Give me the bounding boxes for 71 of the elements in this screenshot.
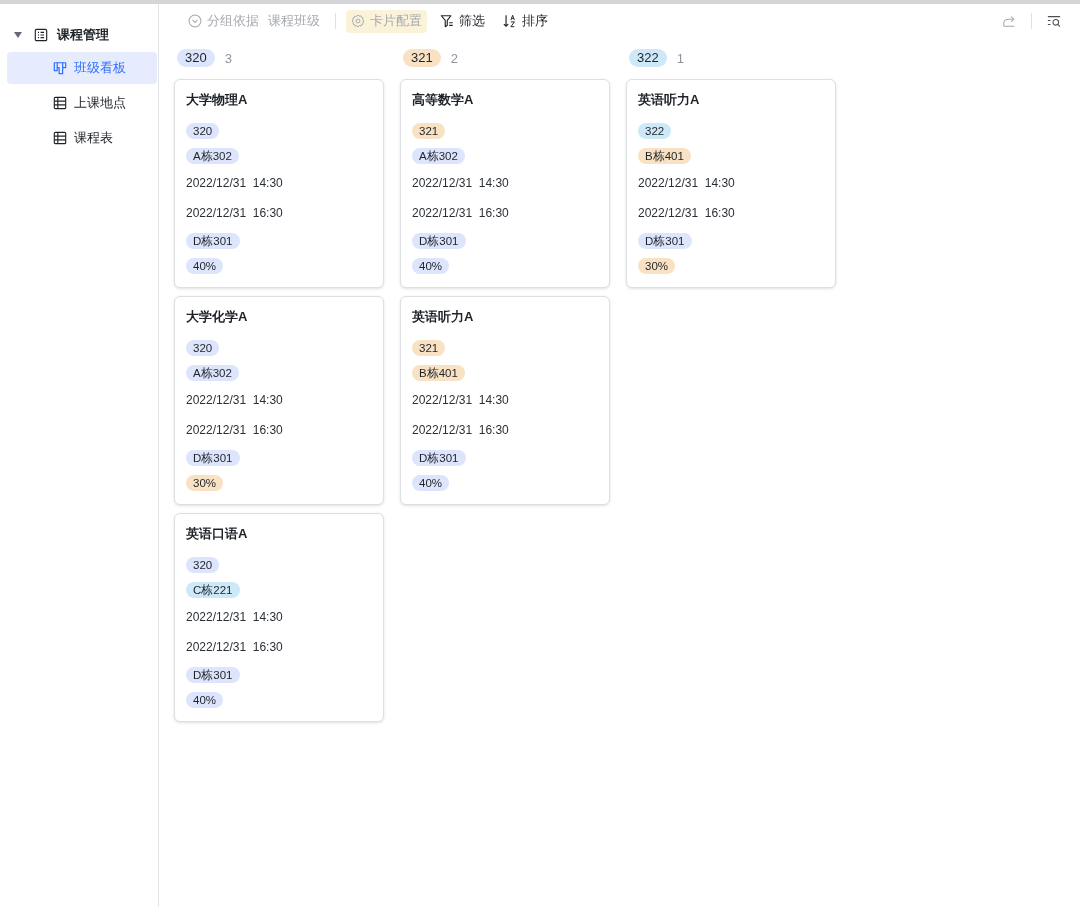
field-tag: 40% bbox=[186, 691, 224, 708]
field-tag: 322 bbox=[638, 122, 672, 139]
course-card[interactable]: 英语听力A 322 B栋401 2022/12/31 14:30 2022/12/31 16:30 D栋301 30% bbox=[626, 79, 836, 288]
board-icon bbox=[53, 61, 67, 75]
course-card[interactable]: 高等数学A 321 A栋302 2022/12/31 14:30 2022/12/31 16:30 D栋301 40% bbox=[400, 79, 610, 288]
list-document-icon bbox=[34, 28, 48, 42]
tree-item[interactable]: 课程管理 bbox=[0, 21, 158, 49]
field-tag: D栋301 bbox=[412, 449, 466, 466]
field-tag: 40% bbox=[186, 257, 224, 274]
field-tag: D栋301 bbox=[186, 666, 240, 683]
date-time-text: 2022/12/31 16:30 bbox=[412, 423, 509, 437]
filter-icon bbox=[440, 14, 454, 28]
field-tag: D栋301 bbox=[186, 449, 240, 466]
field-tag: 40% bbox=[412, 257, 450, 274]
chevron-circle-icon bbox=[188, 14, 202, 28]
card-title: 大学物理A bbox=[186, 91, 249, 109]
card-title: 高等数学A bbox=[412, 91, 475, 109]
field-tag: 30% bbox=[638, 257, 676, 274]
search-icon bbox=[1047, 14, 1061, 28]
field-tag: A栋302 bbox=[412, 147, 465, 164]
field-tag: 321 bbox=[412, 122, 446, 139]
field-tag: A栋302 bbox=[186, 147, 239, 164]
field-tag: 320 bbox=[186, 122, 220, 139]
table-icon bbox=[53, 131, 67, 145]
date-time-text: 2022/12/31 16:30 bbox=[412, 206, 509, 220]
sort-button[interactable]: 排序 bbox=[498, 9, 553, 33]
date-time-text: 2022/12/31 14:30 bbox=[186, 610, 283, 624]
sidebar-item[interactable]: 课程表 bbox=[7, 122, 157, 154]
field-tag: 321 bbox=[412, 339, 446, 356]
group-tag: 322 bbox=[629, 49, 667, 67]
field-tag: 320 bbox=[186, 339, 220, 356]
sort-icon bbox=[503, 14, 517, 28]
field-tag: C栋221 bbox=[186, 581, 240, 598]
caret-icon[interactable] bbox=[14, 32, 22, 38]
field-tag: B栋401 bbox=[638, 147, 691, 164]
card-count: 2 bbox=[450, 50, 458, 66]
date-time-text: 2022/12/31 16:30 bbox=[186, 640, 283, 654]
date-time-text: 2022/12/31 14:30 bbox=[186, 176, 283, 190]
field-tag: 30% bbox=[186, 474, 224, 491]
date-time-text: 2022/12/31 14:30 bbox=[412, 176, 509, 190]
date-time-text: 2022/12/31 14:30 bbox=[638, 176, 735, 190]
group-tag: 320 bbox=[177, 49, 215, 67]
filter-button[interactable]: 筛选 bbox=[435, 9, 490, 33]
card-title: 英语听力A bbox=[638, 91, 701, 109]
field-tag: 40% bbox=[412, 474, 450, 491]
course-card[interactable]: 大学化学A 320 A栋302 2022/12/31 14:30 2022/12/31 16:30 D栋301 30% bbox=[174, 296, 384, 505]
share-icon bbox=[1002, 14, 1016, 28]
course-card[interactable]: 英语口语A 320 C栋221 2022/12/31 14:30 2022/12/31 16:30 D栋301 40% bbox=[174, 513, 384, 722]
sidebar-item[interactable]: 班级看板 bbox=[7, 52, 157, 84]
card-title: 英语听力A bbox=[412, 308, 475, 326]
group-tag: 321 bbox=[403, 49, 441, 67]
field-tag: D栋301 bbox=[412, 232, 466, 249]
sidebar-item[interactable]: 上课地点 bbox=[7, 87, 157, 119]
course-card[interactable]: 大学物理A 320 A栋302 2022/12/31 14:30 2022/12/31 16:30 D栋301 40% bbox=[174, 79, 384, 288]
card-count: 3 bbox=[224, 50, 232, 66]
field-tag: A栋302 bbox=[186, 364, 239, 381]
course-card[interactable]: 英语听力A 321 B栋401 2022/12/31 14:30 2022/12/31 16:30 D栋301 40% bbox=[400, 296, 610, 505]
card-title: 英语口语A bbox=[186, 525, 249, 543]
settings-icon bbox=[351, 14, 365, 28]
field-tag: B栋401 bbox=[412, 364, 465, 381]
date-time-text: 2022/12/31 16:30 bbox=[186, 206, 283, 220]
card-count: 1 bbox=[676, 50, 684, 66]
table-icon bbox=[53, 96, 67, 110]
date-time-text: 2022/12/31 16:30 bbox=[638, 206, 735, 220]
field-tag: 320 bbox=[186, 556, 220, 573]
field-tag: D栋301 bbox=[638, 232, 692, 249]
card-title: 大学化学A bbox=[186, 308, 249, 326]
date-time-text: 2022/12/31 16:30 bbox=[186, 423, 283, 437]
field-tag: D栋301 bbox=[186, 232, 240, 249]
date-time-text: 2022/12/31 14:30 bbox=[186, 393, 283, 407]
date-time-text: 2022/12/31 14:30 bbox=[412, 393, 509, 407]
